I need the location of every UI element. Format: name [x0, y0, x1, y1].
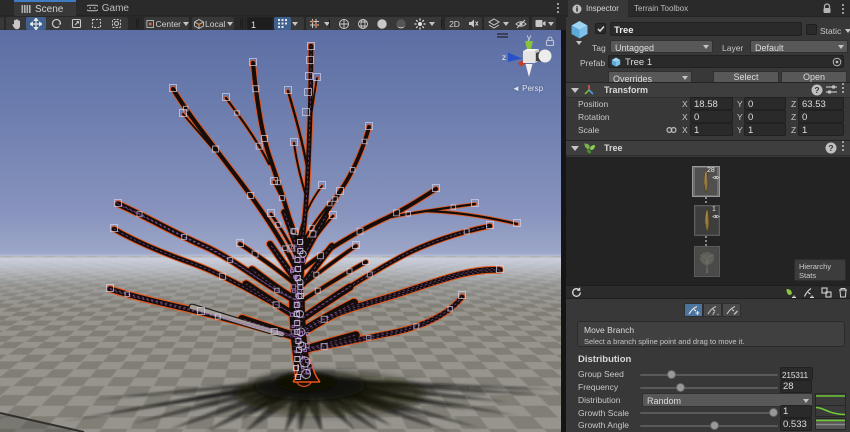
svg-text:y: y	[527, 32, 532, 42]
svg-text:?: ?	[828, 143, 833, 153]
svg-text:?: ?	[814, 85, 819, 95]
svg-text:z: z	[502, 52, 506, 62]
